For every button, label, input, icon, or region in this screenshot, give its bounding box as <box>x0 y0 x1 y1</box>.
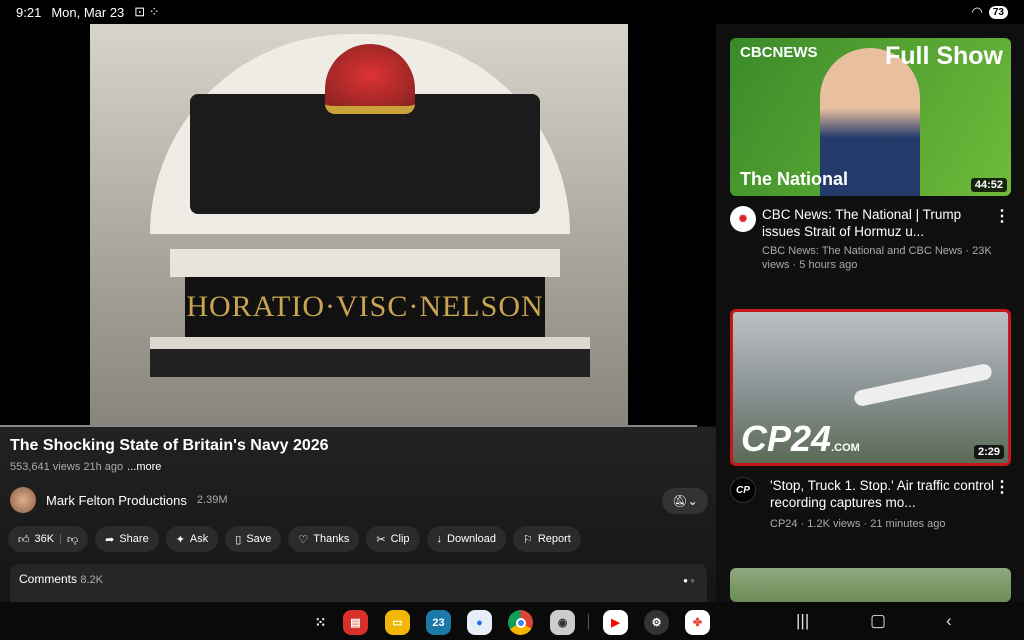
flag-icon: ⚐ <box>522 533 533 546</box>
save-label: Save <box>246 533 272 545</box>
action-bar: 👍︎ 36K | 👎︎ ➦ Share ✦ Ask ▯ Save ♡ Thanks ✂ Clip… <box>8 526 581 552</box>
view-count: 553,641 views 21h ago <box>10 461 124 473</box>
video-title[interactable]: 'Stop, Truck 1. Stop.' Air traffic contr… <box>770 477 1002 511</box>
page-indicator: ● ● <box>683 576 695 585</box>
wifi-icon: ◠ <box>971 4 983 19</box>
notes-app-icon[interactable]: ▤ <box>343 610 368 635</box>
channel-avatar[interactable] <box>10 487 36 513</box>
video-meta: CP24 · 1.2K views · 21 minutes ago <box>770 518 946 530</box>
share-button[interactable]: ➦ Share <box>95 526 159 552</box>
subscriber-count: 2.39M <box>196 494 228 506</box>
ask-label: Ask <box>189 533 209 545</box>
video-thumbnail[interactable]: CBCNEWS Full Show The National 44:52 <box>730 38 1011 196</box>
back-button[interactable]: ‹ <box>946 611 952 631</box>
like-button[interactable]: 👍︎ 36K | 👎︎ <box>8 526 89 552</box>
calendar-app-icon[interactable]: 23 <box>426 610 451 635</box>
chevron-down-icon: ⌄ <box>687 494 698 508</box>
video-title: The Shocking State of Britain's Navy 202… <box>10 437 329 454</box>
home-button[interactable]: ▢ <box>870 611 886 631</box>
date: Mon, Mar 23 <box>51 4 125 20</box>
thumbs-up-icon: 👍︎ <box>18 533 30 546</box>
channel-avatar[interactable]: ✺ <box>730 206 756 232</box>
taskbar: ⁙ ▤ ▭ 23 ● ◉ ▶ ⚙ ✤ ||| ▢ ‹ <box>0 602 1024 640</box>
report-label: Report <box>537 533 571 545</box>
video-frame: HORATIO·VISC·NELSON <box>90 24 628 426</box>
comments-label: Comments <box>19 572 78 586</box>
share-label: Share <box>119 533 149 545</box>
plane-image <box>852 362 994 408</box>
ask-button[interactable]: ✦ Ask <box>165 526 219 552</box>
thumb-brand: CP24 <box>741 417 832 459</box>
bookmark-icon: ▯ <box>235 533 242 546</box>
cp24-logo: CP24.COM <box>741 420 860 456</box>
notification-icons: ⊡ ⁘ <box>134 4 160 19</box>
more-options-icon[interactable]: ⋮ <box>994 477 1010 497</box>
video-player[interactable]: HORATIO·VISC·NELSON <box>0 24 716 426</box>
notification-bell-button[interactable]: 🔕︎ ⌄ <box>662 488 708 514</box>
messages-app-icon[interactable]: ● <box>467 610 492 635</box>
duration-badge: 44:52 <box>970 178 1007 192</box>
download-label: Download <box>447 533 496 545</box>
recents-button[interactable]: ||| <box>796 611 809 631</box>
clip-button[interactable]: ✂ Clip <box>366 526 420 552</box>
report-button[interactable]: ⚐ Report <box>512 526 581 552</box>
more-link[interactable]: ...more <box>127 461 161 473</box>
thumbs-down-icon[interactable]: 👎︎ <box>67 533 78 546</box>
camera-app-icon[interactable]: ◉ <box>550 610 575 635</box>
video-thumbnail[interactable]: CP24.COM 2:29 <box>730 309 1011 466</box>
clock: 9:21 <box>16 4 42 20</box>
more-options-icon[interactable]: ⋮ <box>994 206 1010 226</box>
bell-off-icon: 🔕︎ <box>672 494 688 508</box>
thanks-label: Thanks <box>313 533 350 545</box>
engraving: HORATIO·VISC·NELSON <box>185 277 545 337</box>
share-icon: ➦ <box>105 533 115 546</box>
app-drawer-icon[interactable]: ⁙ <box>308 610 333 635</box>
chrome-app-icon[interactable] <box>508 610 533 635</box>
thumb-suffix: .COM <box>831 441 860 454</box>
video-meta: CBC News: The National and CBC News · 23… <box>762 245 992 271</box>
status-bar: 9:21 Mon, Mar 23 ⊡ ⁘ ◠ 73 <box>0 0 1024 24</box>
related-videos: CBCNEWS Full Show The National 44:52 ✺ C… <box>716 24 1024 602</box>
thumb-caption: The National <box>740 169 849 189</box>
settings-app-icon[interactable]: ⚙ <box>644 610 669 635</box>
thanks-icon: ♡ <box>298 533 309 546</box>
youtube-app-icon[interactable]: ▶ <box>603 610 628 635</box>
photos-app-icon[interactable]: ✤ <box>685 610 710 635</box>
like-count: 36K <box>34 533 55 545</box>
channel-row[interactable]: Mark Felton Productions 2.39M <box>10 487 227 513</box>
dock-divider <box>588 614 589 630</box>
video-title[interactable]: CBC News: The National | Trump issues St… <box>762 206 994 240</box>
download-icon: ↓ <box>436 533 443 545</box>
save-button[interactable]: ▯ Save <box>225 526 282 552</box>
video-meta[interactable]: 553,641 views 21h ago ...more <box>10 461 161 473</box>
channel-name[interactable]: Mark Felton Productions <box>46 493 187 508</box>
comments-count: 8.2K <box>80 574 103 586</box>
scissors-icon: ✂ <box>376 533 386 546</box>
cbc-logo: CBCNEWS <box>740 44 818 61</box>
download-button[interactable]: ↓ Download <box>426 526 506 552</box>
duration-badge: 2:29 <box>973 445 1004 459</box>
thanks-button[interactable]: ♡ Thanks <box>288 526 360 552</box>
sparkle-icon: ✦ <box>175 533 185 546</box>
video-thumbnail[interactable] <box>730 568 1011 602</box>
files-app-icon[interactable]: ▭ <box>385 610 410 635</box>
thumb-headline: Full Show <box>884 42 1003 70</box>
clip-label: Clip <box>390 533 410 545</box>
battery-indicator: 73 <box>988 5 1008 19</box>
channel-avatar[interactable]: CP <box>730 477 756 503</box>
